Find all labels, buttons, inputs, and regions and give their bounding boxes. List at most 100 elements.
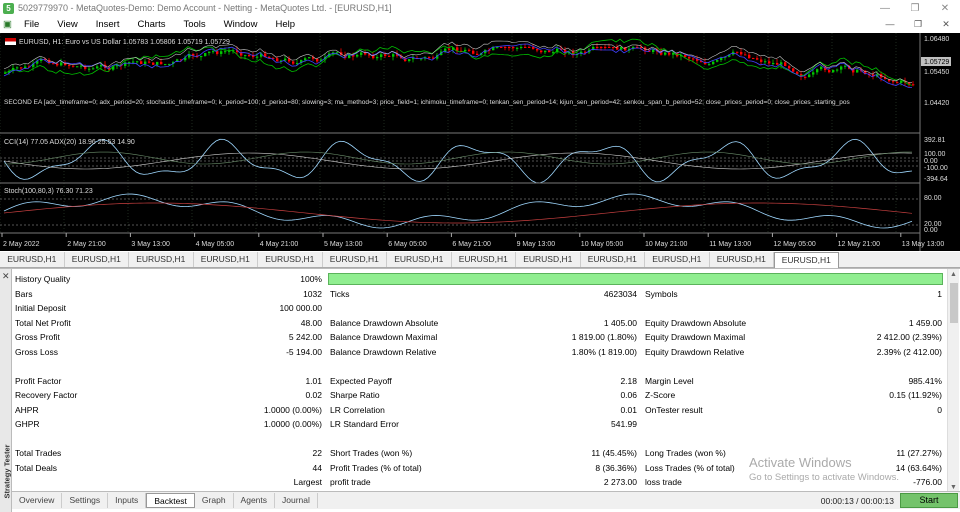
- report-label: loss trade: [645, 477, 682, 487]
- chart-tab[interactable]: EURUSD,H1: [194, 252, 258, 267]
- report-value: 2 273.00: [603, 477, 637, 487]
- candle-body: [772, 62, 775, 64]
- chart-tab[interactable]: EURUSD,H1: [387, 252, 452, 267]
- report-label: LR Standard Error: [330, 419, 399, 429]
- tester-tab-agents[interactable]: Agents: [234, 493, 276, 508]
- tester-tab-graph[interactable]: Graph: [195, 493, 234, 508]
- candle-body: [360, 52, 363, 55]
- candle-body: [348, 55, 351, 58]
- candle-body: [464, 49, 467, 52]
- candle-body: [88, 68, 91, 70]
- tester-tab-overview[interactable]: Overview: [12, 493, 63, 508]
- vertical-scrollbar[interactable]: ▲ ▼: [947, 269, 959, 493]
- candle-body: [208, 51, 211, 54]
- menu-bar: ▣ File View Insert Charts Tools Window H…: [0, 16, 960, 32]
- candle-body: [136, 61, 139, 63]
- tester-tab-settings[interactable]: Settings: [62, 493, 109, 508]
- report-value: 8 (36.36%): [595, 462, 637, 473]
- history-quality-row: History Quality 100%: [12, 272, 947, 287]
- candle-body: [712, 61, 715, 65]
- minimize-icon[interactable]: —: [870, 3, 900, 14]
- menu-tools[interactable]: Tools: [174, 19, 214, 30]
- report-value: 1 405.00: [603, 317, 637, 328]
- chart-tab[interactable]: EURUSD,H1: [129, 252, 194, 267]
- report-value: 1.0000 (0.00%): [263, 404, 322, 415]
- report-label: Recovery Factor: [15, 390, 78, 400]
- mdi-close-icon[interactable]: ✕: [932, 19, 960, 30]
- chart-tab[interactable]: EURUSD,H1: [581, 252, 645, 267]
- time-label: 10 May 21:00: [645, 241, 688, 248]
- report-value: 11 (45.45%): [591, 448, 637, 458]
- price-chart[interactable]: EURUSD, H1: Euro vs US Dollar 1.05783 1.…: [0, 33, 960, 251]
- tester-tab-journal[interactable]: Journal: [275, 493, 318, 508]
- chart-tab[interactable]: EURUSD,H1: [65, 252, 129, 267]
- candle-body: [828, 70, 831, 73]
- window-title: 5029779970 - MetaQuotes-Demo: Demo Accou…: [18, 3, 392, 13]
- restore-icon[interactable]: ❐: [900, 3, 930, 14]
- candle-body: [380, 54, 383, 57]
- stoch-level: 80.00: [924, 195, 942, 202]
- report-value: 1: [937, 288, 942, 299]
- candle-body: [140, 61, 143, 65]
- report-label: AHPR: [15, 404, 39, 415]
- candle-body: [428, 57, 431, 59]
- candle-body: [604, 47, 607, 48]
- scroll-down-icon[interactable]: ▼: [950, 484, 957, 491]
- candle-body: [760, 59, 763, 62]
- candle-body: [376, 56, 379, 59]
- menu-view[interactable]: View: [48, 19, 86, 30]
- tester-tab-inputs[interactable]: Inputs: [108, 493, 147, 508]
- menu-help[interactable]: Help: [266, 19, 304, 30]
- chart-tab[interactable]: EURUSD,H1: [323, 252, 387, 267]
- chart-tab[interactable]: EURUSD,H1: [645, 252, 710, 267]
- strategy-tester-panel: ✕ Strategy Tester History Quality 100% B…: [0, 268, 960, 512]
- candle-body: [748, 54, 751, 58]
- candle-body: [528, 47, 531, 48]
- cci-level: 0.00: [924, 158, 938, 165]
- mdi-restore-icon[interactable]: ❐: [904, 19, 932, 30]
- menu-charts[interactable]: Charts: [128, 19, 174, 30]
- menu-window[interactable]: Window: [215, 19, 267, 30]
- tester-tab-backtest[interactable]: Backtest: [146, 493, 195, 508]
- menu-file[interactable]: File: [15, 19, 48, 30]
- report-label: Equity Drawdown Absolute: [645, 317, 747, 328]
- candle-body: [168, 63, 171, 65]
- candle-body: [224, 51, 227, 53]
- report-row: Gross Loss -5 194.00 Balance Drawdown Rela…: [12, 345, 947, 360]
- candle-body: [912, 84, 915, 86]
- scroll-up-icon[interactable]: ▲: [950, 271, 957, 278]
- candle-body: [544, 50, 547, 53]
- time-label: 3 May 13:00: [131, 241, 170, 248]
- candle-body: [856, 69, 859, 73]
- report-label: GHPR: [15, 419, 40, 429]
- chart-tab[interactable]: EURUSD,H1: [258, 252, 323, 267]
- time-label: 6 May 21:00: [452, 241, 491, 248]
- mdi-minimize-icon[interactable]: —: [876, 19, 904, 30]
- menu-icon[interactable]: ▣: [0, 19, 15, 30]
- candle-body: [596, 47, 599, 48]
- start-button[interactable]: Start: [900, 493, 958, 508]
- candle-body: [204, 53, 207, 57]
- chart-canvas[interactable]: EURUSD, H1: Euro vs US Dollar 1.05783 1.…: [0, 33, 960, 251]
- chart-tab[interactable]: EURUSD,H1: [0, 252, 65, 267]
- close-icon[interactable]: ✕: [2, 271, 10, 282]
- chart-tab[interactable]: EURUSD,H1: [516, 252, 581, 267]
- title-bar: 5 5029779970 - MetaQuotes-Demo: Demo Acc…: [0, 0, 960, 16]
- test-timer: 00:00:13 / 00:00:13: [820, 496, 894, 506]
- close-icon[interactable]: ✕: [930, 3, 960, 14]
- scrollbar-thumb[interactable]: [950, 283, 958, 323]
- chart-tab[interactable]: EURUSD,H1: [710, 252, 774, 267]
- time-label: 5 May 13:00: [324, 241, 363, 248]
- report-label: Sharpe Ratio: [330, 390, 380, 400]
- menu-insert[interactable]: Insert: [87, 19, 129, 30]
- candle-body: [68, 65, 71, 67]
- report-row: Total Net Profit 48.00 Balance Drawdown Ab…: [12, 316, 947, 331]
- candle-body: [836, 69, 839, 71]
- report-value: 5 242.00: [288, 332, 322, 342]
- chart-tab[interactable]: EURUSD,H1: [452, 252, 516, 267]
- chart-tab[interactable]: EURUSD,H1: [774, 252, 839, 268]
- time-label: 6 May 05:00: [388, 241, 427, 248]
- report-value: -776.00: [913, 477, 942, 487]
- candle-body: [448, 48, 451, 50]
- time-label: 4 May 21:00: [260, 241, 299, 248]
